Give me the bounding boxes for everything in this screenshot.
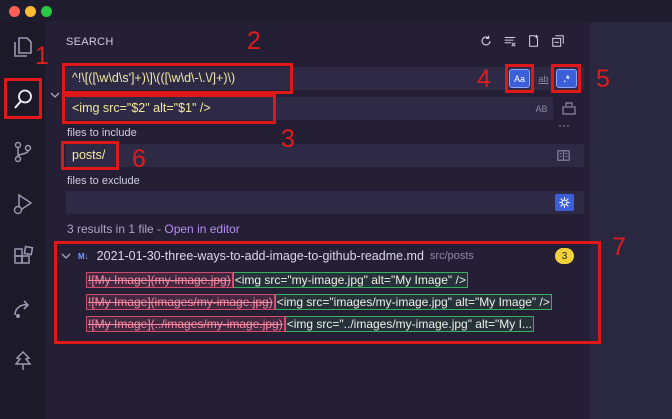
results-summary: 3 results in 1 file - Open in editor [67,222,240,236]
search-title-actions [478,33,566,49]
open-in-editor-link[interactable]: Open in editor [164,222,239,236]
whole-word-icon: ab [538,73,549,84]
refresh-icon [481,35,491,46]
files-to-exclude-input[interactable] [66,191,584,214]
run-debug-icon [13,193,33,215]
annotation-number: 3 [281,125,295,153]
annotation-number: 2 [247,27,261,55]
preserve-case-icon: AB [535,103,548,114]
regex-icon: .* [563,73,570,84]
search-icon [14,89,32,109]
preserve-case-toggle[interactable]: AB [532,100,551,117]
match-new-text: <img src="images/my-image.jpg" alt="My I… [274,293,552,310]
chevron-down-icon [61,253,71,259]
replace-input-value: <img src="$2" alt="$1" /> [72,101,211,115]
files-to-exclude-label: files to exclude [67,175,140,187]
match-count-badge: 3 [555,248,574,264]
activity-tree[interactable] [6,344,40,378]
open-editors-only-icon[interactable] [556,148,571,163]
search-input-value: ^!\[([\w\d\s']+)\]\(([\w\d\-\.\/]+)\) [72,71,236,85]
annotation-number: 6 [132,145,146,173]
more-search-options-toggle[interactable]: ··· [558,118,570,132]
annotation-number: 7 [612,233,626,261]
collapse-all-icon [552,35,564,47]
match-old-text: ![My Image](my-image.jpg) [86,271,233,288]
results-count-text: 3 results in 1 file - [67,222,165,236]
activity-extensions[interactable] [6,240,40,274]
new-search-editor-icon [529,34,539,47]
file-name: 2021-01-30-three-ways-to-add-image-to-gi… [96,249,424,263]
extensions-icon [14,245,34,264]
clear-results-icon [504,36,516,47]
match-row[interactable]: ![My Image](images/my-image.jpg) <img src… [86,292,589,311]
source-control-icon [14,141,32,163]
title-bar [0,0,672,22]
activity-remote[interactable] [6,292,40,326]
new-search-editor-button[interactable] [526,33,542,49]
annotation-number: 1 [35,42,49,70]
annotation-number: 4 [477,65,491,93]
match-case-icon: Aa [513,73,525,84]
use-exclude-settings-toggle[interactable] [555,194,574,211]
markdown-file-icon: M↓ [78,251,89,261]
maximize-window-button[interactable] [41,6,52,17]
match-new-text: <img src="../images/my-image.jpg" alt="M… [284,315,534,332]
annotation-number: 5 [596,65,610,93]
match-case-toggle[interactable]: Aa [509,69,530,88]
whole-word-toggle[interactable]: ab [534,70,553,87]
replace-all-icon[interactable] [561,100,577,116]
match-row[interactable]: ![My Image](my-image.jpg) <img src="my-im… [86,270,468,289]
search-title: SEARCH [66,36,114,48]
match-new-text: <img src="my-image.jpg" alt="My Image" /… [232,271,468,288]
tree-icon [14,350,32,370]
file-result-row[interactable]: M↓ 2021-01-30-three-ways-to-add-image-to… [60,247,474,265]
files-to-include-label: files to include [67,127,137,139]
minimize-window-button[interactable] [25,6,36,17]
match-old-text: ![My Image](images/my-image.jpg) [86,293,275,310]
activity-source-control[interactable] [6,135,40,169]
activity-run-debug[interactable] [6,187,40,221]
activity-bar [0,22,45,419]
match-row[interactable]: ![My Image](../images/my-image.jpg) <img … [86,314,589,333]
regex-toggle[interactable]: .* [556,69,577,88]
search-input[interactable]: ^!\[([\w\d\s']+)\]\(([\w\d\-\.\/]+)\) [66,67,584,90]
refresh-button[interactable] [478,33,494,49]
files-icon [14,37,32,57]
toggle-replace-chevron-icon[interactable] [49,89,61,101]
file-path: src/posts [429,250,474,262]
gear-icon [559,197,570,208]
clear-results-button[interactable] [502,33,518,49]
files-to-include-value: posts/ [72,148,106,162]
close-window-button[interactable] [9,6,20,17]
remote-icon [14,300,30,318]
collapse-all-button[interactable] [550,33,566,49]
replace-input[interactable]: <img src="$2" alt="$1" /> [66,97,553,120]
activity-search[interactable] [6,82,40,116]
match-old-text: ![My Image](../images/my-image.jpg) [86,315,285,332]
